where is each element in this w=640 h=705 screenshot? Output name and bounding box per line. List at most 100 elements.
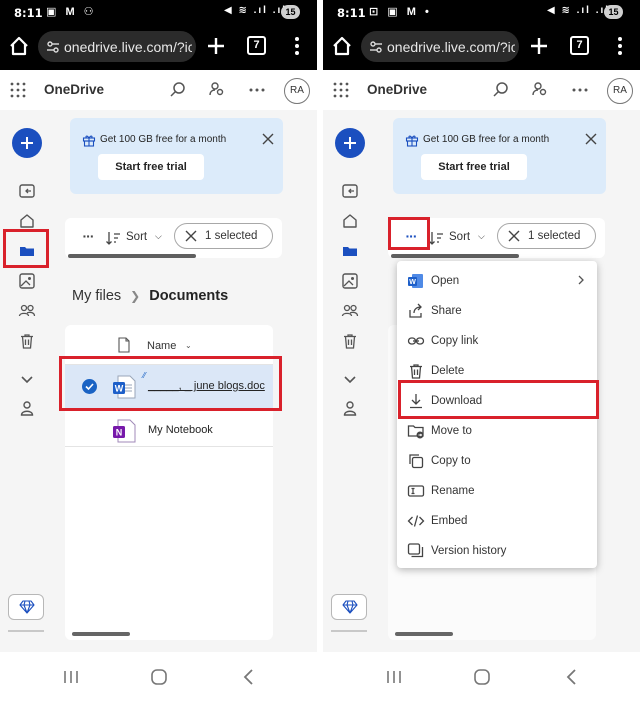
sort-label: Sort: [449, 231, 471, 243]
menu-item-download[interactable]: Download: [397, 386, 597, 416]
menu-item-copy-to[interactable]: Copy to: [397, 446, 597, 476]
shared-people-icon[interactable]: [18, 302, 36, 320]
url-text: onedrive.live.com/?ic: [387, 39, 515, 55]
checkmark-icon[interactable]: [82, 379, 97, 394]
person-icon[interactable]: [18, 399, 36, 417]
my-files-folder-icon[interactable]: [341, 242, 359, 260]
app-header: OneDrive RA: [323, 70, 640, 110]
selected-count: 1 selected: [205, 230, 258, 242]
new-tab-icon[interactable]: [205, 35, 227, 57]
word-icon: W: [408, 274, 423, 288]
back-icon[interactable]: [238, 666, 260, 688]
more-actions-button[interactable]: ···: [400, 226, 422, 248]
more-actions-button[interactable]: ···: [77, 226, 99, 248]
new-tab-icon[interactable]: [528, 35, 550, 57]
start-free-trial-button[interactable]: Start free trial: [421, 154, 527, 180]
person-icon[interactable]: [341, 399, 359, 417]
file-name[interactable]: _____, _ june blogs.doc: [148, 380, 265, 392]
clear-selection-icon[interactable]: [508, 230, 520, 242]
command-bar-scrollbar[interactable]: [391, 254, 519, 258]
photos-icon[interactable]: [18, 272, 36, 290]
close-icon[interactable]: [262, 133, 274, 145]
home-nav-icon[interactable]: [18, 212, 36, 230]
url-bar[interactable]: onedrive.live.com/?ic: [38, 31, 196, 62]
search-icon[interactable]: [491, 80, 511, 100]
copy-icon: [409, 454, 424, 469]
shared-icon[interactable]: [530, 80, 550, 100]
side-rail: [0, 110, 54, 650]
tab-switcher-button[interactable]: 7: [247, 36, 266, 55]
create-button[interactable]: [12, 128, 42, 158]
avatar[interactable]: RA: [607, 78, 633, 104]
back-icon[interactable]: [561, 666, 583, 688]
recent-apps-icon[interactable]: [60, 666, 82, 688]
promo-banner: Get 100 GB free for a month Start free t…: [393, 118, 606, 194]
file-list-header: Name ⌄: [65, 325, 273, 365]
chevron-down-icon[interactable]: [18, 370, 36, 388]
table-row[interactable]: W ⁄⁄ _____, _ june blogs.doc: [65, 365, 273, 409]
app-header: OneDrive RA: [0, 70, 317, 110]
create-button[interactable]: [335, 128, 365, 158]
menu-item-embed[interactable]: Embed: [397, 506, 597, 536]
menu-item-share[interactable]: Share: [397, 296, 597, 326]
command-bar: ··· Sort ⌵ 1 selected: [65, 218, 282, 258]
home-button-icon[interactable]: [471, 666, 493, 688]
chevron-down-icon[interactable]: ⌄: [185, 341, 192, 350]
premium-button[interactable]: [331, 594, 367, 620]
shared-icon[interactable]: [207, 80, 227, 100]
file-name[interactable]: My Notebook: [148, 424, 213, 436]
recycle-bin-icon[interactable]: [341, 332, 359, 350]
command-bar-scrollbar[interactable]: [68, 254, 196, 258]
more-vert-icon[interactable]: [609, 35, 631, 57]
menu-item-version-history[interactable]: Version history: [397, 536, 597, 566]
url-bar[interactable]: onedrive.live.com/?ic: [361, 31, 519, 62]
app-launcher-icon[interactable]: [333, 82, 349, 98]
shared-people-icon[interactable]: [341, 302, 359, 320]
breadcrumb: My files ❯ Documents: [72, 288, 228, 304]
status-time: 8:11: [14, 6, 43, 20]
rename-icon: [407, 485, 425, 497]
menu-item-rename[interactable]: Rename: [397, 476, 597, 506]
name-column-header[interactable]: Name: [147, 340, 176, 352]
menu-item-copy-link[interactable]: Copy link: [397, 326, 597, 356]
chevron-down-icon[interactable]: [341, 370, 359, 388]
chevron-down-icon: ⌵: [478, 231, 485, 241]
avatar[interactable]: RA: [284, 78, 310, 104]
home-icon[interactable]: [331, 35, 353, 57]
menu-item-label: Download: [431, 395, 483, 407]
home-icon[interactable]: [8, 35, 30, 57]
sidebar-toggle-icon[interactable]: [341, 182, 359, 200]
premium-button[interactable]: [8, 594, 44, 620]
breadcrumb-my-files[interactable]: My files: [72, 288, 121, 304]
file-list-scrollbar[interactable]: [72, 632, 130, 636]
close-icon[interactable]: [585, 133, 597, 145]
site-settings-icon[interactable]: [369, 40, 383, 54]
home-button-icon[interactable]: [148, 666, 170, 688]
photos-icon[interactable]: [341, 272, 359, 290]
search-icon[interactable]: [168, 80, 188, 100]
clear-selection-icon[interactable]: [185, 230, 197, 242]
app-launcher-icon[interactable]: [10, 82, 26, 98]
menu-item-label: Embed: [431, 515, 468, 527]
recent-apps-icon[interactable]: [383, 666, 405, 688]
menu-item-delete[interactable]: Delete: [397, 356, 597, 386]
sidebar-toggle-icon[interactable]: [18, 182, 36, 200]
site-settings-icon[interactable]: [46, 40, 60, 54]
more-vert-icon[interactable]: [286, 35, 308, 57]
menu-item-move-to[interactable]: Move to: [397, 416, 597, 446]
file-list-scrollbar[interactable]: [395, 632, 453, 636]
menu-item-label: Delete: [431, 365, 465, 377]
home-nav-icon[interactable]: [341, 212, 359, 230]
recycle-bin-icon[interactable]: [18, 332, 36, 350]
android-nav-bar: [323, 652, 640, 705]
more-options-icon[interactable]: [570, 80, 590, 100]
selection-chip[interactable]: 1 selected: [174, 223, 273, 249]
menu-item-open[interactable]: W Open: [397, 266, 597, 296]
menu-item-label: Copy link: [431, 335, 479, 347]
start-free-trial-button[interactable]: Start free trial: [98, 154, 204, 180]
my-files-folder-icon[interactable]: [18, 242, 36, 260]
selection-chip[interactable]: 1 selected: [497, 223, 596, 249]
diamond-icon: [19, 600, 35, 614]
more-options-icon[interactable]: [247, 80, 267, 100]
tab-switcher-button[interactable]: 7: [570, 36, 589, 55]
